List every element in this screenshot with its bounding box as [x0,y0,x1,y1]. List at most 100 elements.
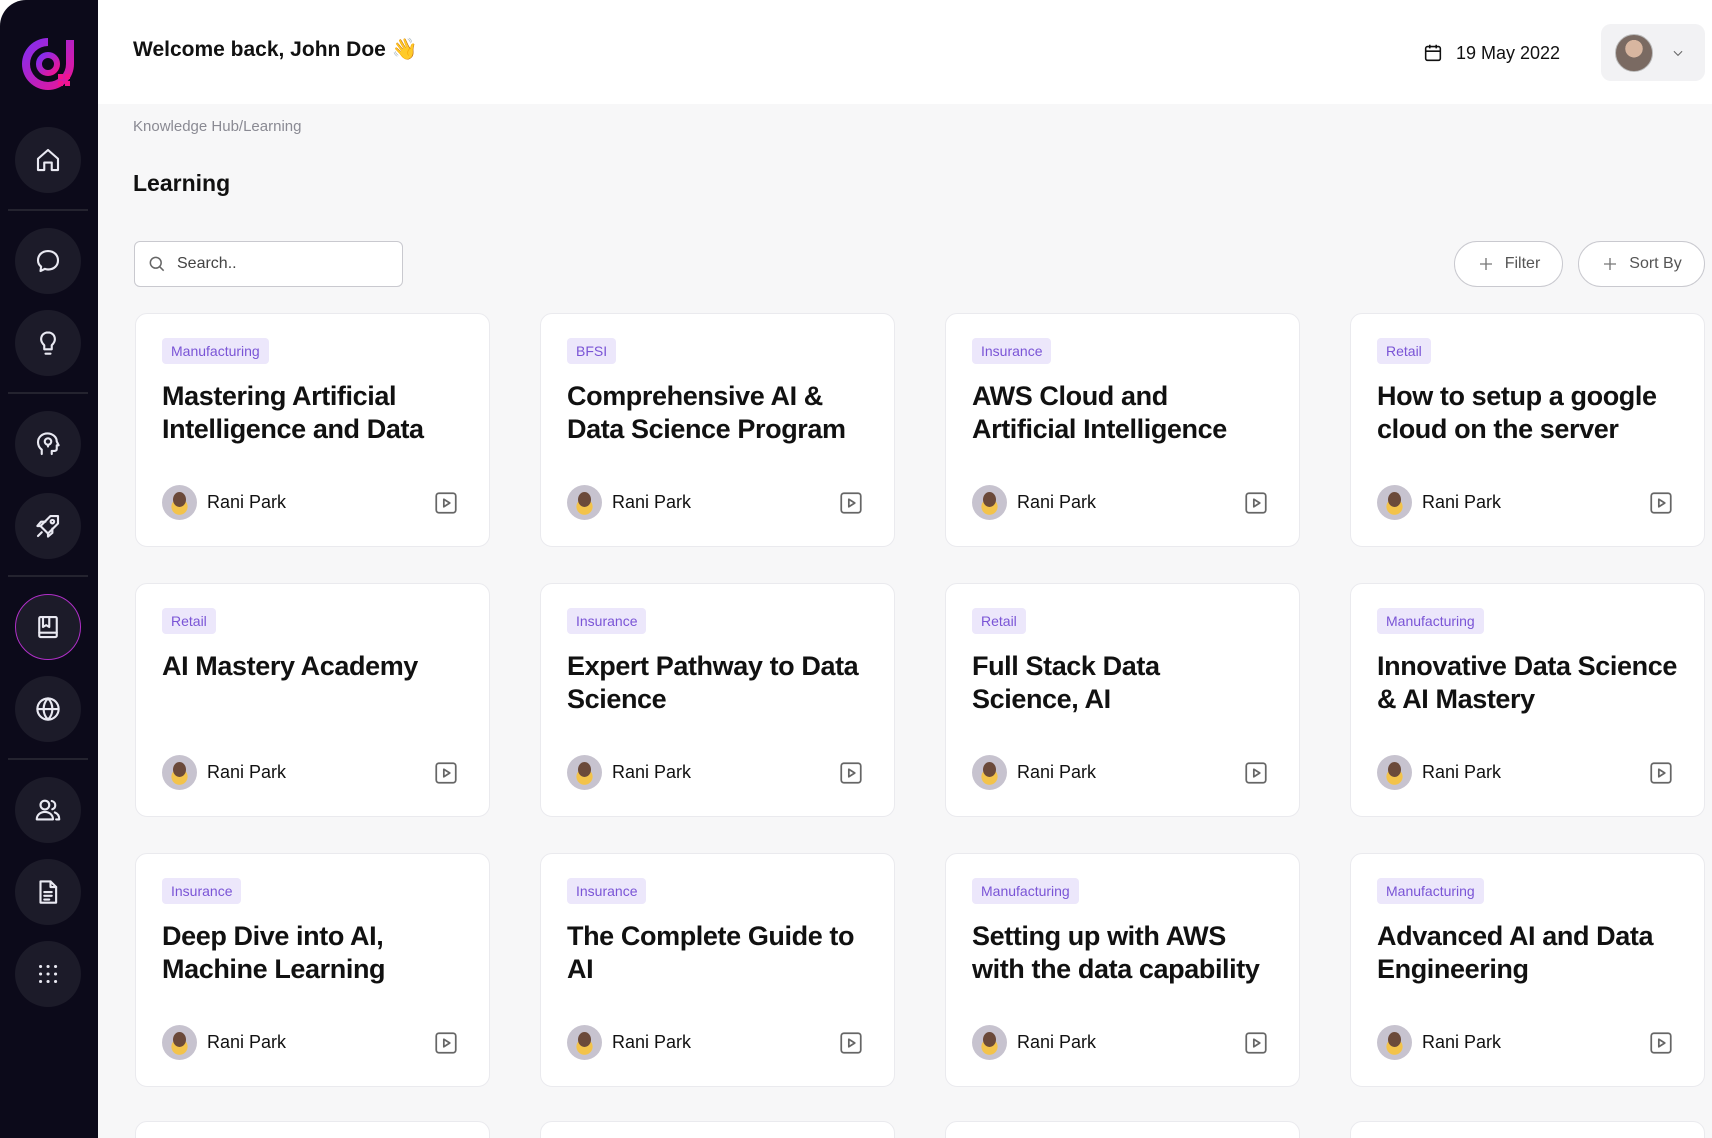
search-box[interactable] [134,241,403,287]
play-icon [1245,762,1267,784]
avatar [1615,33,1653,72]
course-title[interactable]: How to setup a google cloud on the serve… [1377,380,1677,446]
play-video-button[interactable] [1648,490,1674,516]
course-title[interactable]: AI Mastery Academy [162,650,462,683]
course-title[interactable]: Deep Dive into AI, Machine Learning [162,920,462,986]
nav-team[interactable] [15,777,81,843]
course-card-partial[interactable] [945,1121,1300,1138]
nav-apps[interactable] [15,941,81,1007]
course-card-partial[interactable] [135,1121,490,1138]
avatar [1377,1025,1412,1060]
top-header: Welcome back, John Doe 👋 19 May 2022 [98,0,1712,104]
sort-by-label: Sort By [1629,255,1682,272]
author-name: Rani Park [1422,1032,1502,1052]
avatar [567,755,602,790]
chevron-down-icon [1673,50,1683,56]
play-video-button[interactable] [838,1030,864,1056]
nav-documents[interactable] [15,859,81,925]
course-card-partial[interactable] [1350,1121,1705,1138]
course-title[interactable]: AWS Cloud and Artificial Intelligence [972,380,1272,446]
course-author: Rani Park [567,485,691,520]
play-icon [435,762,457,784]
course-card[interactable]: Insurance The Complete Guide to AI Rani … [540,853,895,1087]
nav-global[interactable] [15,676,81,742]
course-title[interactable]: Innovative Data Science & AI Mastery [1377,650,1677,716]
play-video-button[interactable] [433,1030,459,1056]
lightbulb-icon [40,331,56,355]
app-logo[interactable] [18,34,78,94]
welcome-message: Welcome back, John Doe 👋 [133,38,418,62]
plus-icon [1604,258,1617,270]
course-card[interactable]: Retail AI Mastery Academy Rani Park [135,583,490,817]
course-card[interactable]: Insurance Deep Dive into AI, Machine Lea… [135,853,490,1087]
course-card[interactable]: Manufacturing Advanced AI and Data Engin… [1350,853,1705,1087]
profile-menu[interactable] [1601,24,1705,81]
course-card[interactable]: Manufacturing Mastering Artificial Intel… [135,313,490,547]
course-grid: Manufacturing Mastering Artificial Intel… [135,313,1705,1087]
page-title: Learning [133,170,231,196]
calendar-icon [1424,44,1442,62]
course-card[interactable]: BFSI Comprehensive AI & Data Science Pro… [540,313,895,547]
nav-insights[interactable] [15,411,81,477]
date-text: 19 May 2022 [1456,42,1561,63]
course-card[interactable]: Retail Full Stack Data Science, AI Rani … [945,583,1300,817]
course-title[interactable]: Mastering Artificial Intelligence and Da… [162,380,462,446]
users-icon [35,799,61,821]
nav-chat[interactable] [15,228,81,294]
course-card-partial[interactable] [540,1121,895,1138]
course-author: Rani Park [162,755,286,790]
course-card[interactable]: Insurance Expert Pathway to Data Science… [540,583,895,817]
play-icon [1245,492,1267,514]
course-card[interactable]: Insurance AWS Cloud and Artificial Intel… [945,313,1300,547]
author-name: Rani Park [1017,492,1097,512]
nav-ideas[interactable] [15,310,81,376]
play-video-button[interactable] [838,760,864,786]
course-title[interactable]: Comprehensive AI & Data Science Program [567,380,867,446]
play-video-button[interactable] [433,490,459,516]
category-tag: Insurance [567,608,647,634]
author-name: Rani Park [207,1032,287,1052]
wave-emoji: 👋 [391,38,419,61]
sort-by-button[interactable]: Sort By [1578,241,1705,287]
course-author: Rani Park [162,1025,286,1060]
course-title[interactable]: Setting up with AWS with the data capabi… [972,920,1272,986]
nav-launch[interactable] [15,493,81,559]
play-video-button[interactable] [433,760,459,786]
play-video-button[interactable] [1243,760,1269,786]
document-icon [39,880,58,904]
course-title[interactable]: Advanced AI and Data Engineering [1377,920,1677,986]
rocket-icon [36,514,60,538]
course-author: Rani Park [972,485,1096,520]
course-card[interactable]: Retail How to setup a google cloud on th… [1350,313,1705,547]
course-author: Rani Park [1377,755,1501,790]
course-author: Rani Park [972,755,1096,790]
category-tag: Manufacturing [972,878,1079,904]
course-card[interactable]: Manufacturing Setting up with AWS with t… [945,853,1300,1087]
course-author: Rani Park [162,485,286,520]
nav-home[interactable] [15,127,81,193]
author-name: Rani Park [612,492,692,512]
play-video-button[interactable] [1648,1030,1674,1056]
author-name: Rani Park [1017,1032,1097,1052]
category-tag: Manufacturing [1377,878,1484,904]
course-title[interactable]: Expert Pathway to Data Science [567,650,867,716]
play-video-button[interactable] [1243,490,1269,516]
home-icon [36,148,60,172]
play-icon [840,492,862,514]
course-card[interactable]: Manufacturing Innovative Data Science & … [1350,583,1705,817]
avatar [162,485,197,520]
breadcrumb[interactable]: Knowledge Hub/Learning [133,118,301,135]
author-name: Rani Park [207,762,287,782]
course-author: Rani Park [567,1025,691,1060]
avatar [972,1025,1007,1060]
avatar [1377,485,1412,520]
play-video-button[interactable] [1243,1030,1269,1056]
filter-button[interactable]: Filter [1454,241,1563,287]
nav-learning[interactable] [15,594,81,660]
play-video-button[interactable] [1648,760,1674,786]
search-input[interactable] [177,255,377,273]
category-tag: Manufacturing [162,338,269,364]
course-title[interactable]: The Complete Guide to AI [567,920,867,986]
course-title[interactable]: Full Stack Data Science, AI [972,650,1272,716]
play-video-button[interactable] [838,490,864,516]
